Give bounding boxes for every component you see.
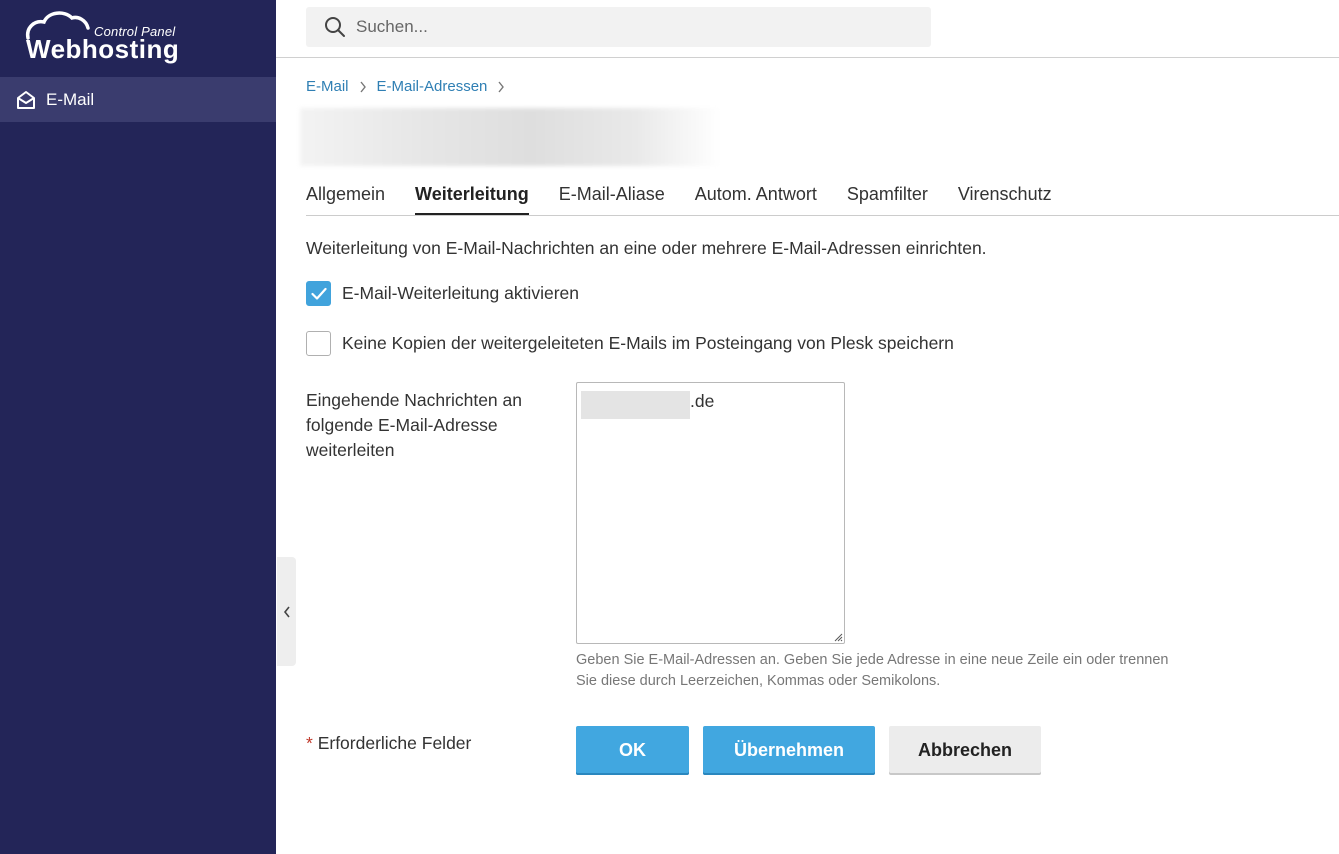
- tab-spam-filter[interactable]: Spamfilter: [847, 184, 928, 215]
- page-title-redacted: [300, 108, 720, 166]
- header: [276, 0, 1339, 58]
- chevron-right-icon: [498, 81, 505, 92]
- required-fields-note: * Erforderliche Felder: [306, 733, 471, 754]
- no-copies-checkbox[interactable]: [306, 331, 331, 356]
- resize-handle-icon[interactable]: [833, 632, 843, 642]
- tab-aliases[interactable]: E-Mail-Aliase: [559, 184, 665, 215]
- checkmark-icon: [310, 287, 327, 300]
- breadcrumb-email-addresses[interactable]: E-Mail-Adressen: [377, 78, 488, 95]
- sidebar-item-email[interactable]: E-Mail: [0, 77, 276, 122]
- apply-button[interactable]: Übernehmen: [703, 726, 875, 775]
- forward-to-textarea[interactable]: .de: [576, 382, 845, 644]
- webhosting-logo[interactable]: Control Panel Webhosting: [24, 8, 194, 66]
- enable-forwarding-option[interactable]: E-Mail-Weiterleitung aktivieren: [306, 281, 579, 306]
- search-input[interactable]: [356, 17, 916, 37]
- breadcrumb-email[interactable]: E-Mail: [306, 78, 349, 95]
- enable-forwarding-checkbox[interactable]: [306, 281, 331, 306]
- tab-auto-reply[interactable]: Autom. Antwort: [695, 184, 817, 215]
- main-content: E-Mail E-Mail-Adressen Allgemein Weiterl…: [276, 58, 1339, 854]
- tab-bar: Allgemein Weiterleitung E-Mail-Aliase Au…: [306, 184, 1339, 216]
- tab-forwarding[interactable]: Weiterleitung: [415, 184, 529, 215]
- ok-button[interactable]: OK: [576, 726, 689, 775]
- tab-general[interactable]: Allgemein: [306, 184, 385, 215]
- sidebar-item-label: E-Mail: [46, 89, 95, 109]
- search-box[interactable]: [306, 7, 931, 47]
- envelope-open-icon: [17, 90, 35, 109]
- form-description: Weiterleitung von E-Mail-Nachrichten an …: [306, 238, 987, 258]
- forward-to-label: Eingehende Nachrichten an folgende E-Mai…: [306, 390, 522, 460]
- search-icon: [325, 17, 345, 37]
- cancel-button[interactable]: Abbrechen: [889, 726, 1041, 775]
- chevron-right-icon: [359, 81, 366, 92]
- logo-title: Webhosting: [26, 34, 180, 64]
- forward-to-hint: Geben Sie E-Mail-Adressen an. Geben Sie …: [576, 652, 1169, 689]
- enable-forwarding-label: E-Mail-Weiterleitung aktivieren: [342, 283, 579, 303]
- no-copies-option[interactable]: Keine Kopien der weitergeleiteten E-Mail…: [306, 331, 954, 356]
- redacted-address: [581, 391, 690, 419]
- sidebar: Control Panel Webhosting E-Mail: [0, 0, 276, 854]
- required-fields-text: Erforderliche Felder: [317, 733, 472, 753]
- no-copies-label: Keine Kopien der weitergeleiteten E-Mail…: [342, 333, 954, 353]
- address-suffix: .de: [690, 391, 715, 411]
- breadcrumb: E-Mail E-Mail-Adressen: [306, 78, 515, 95]
- tab-antivirus[interactable]: Virenschutz: [958, 184, 1052, 215]
- required-star: *: [306, 733, 313, 753]
